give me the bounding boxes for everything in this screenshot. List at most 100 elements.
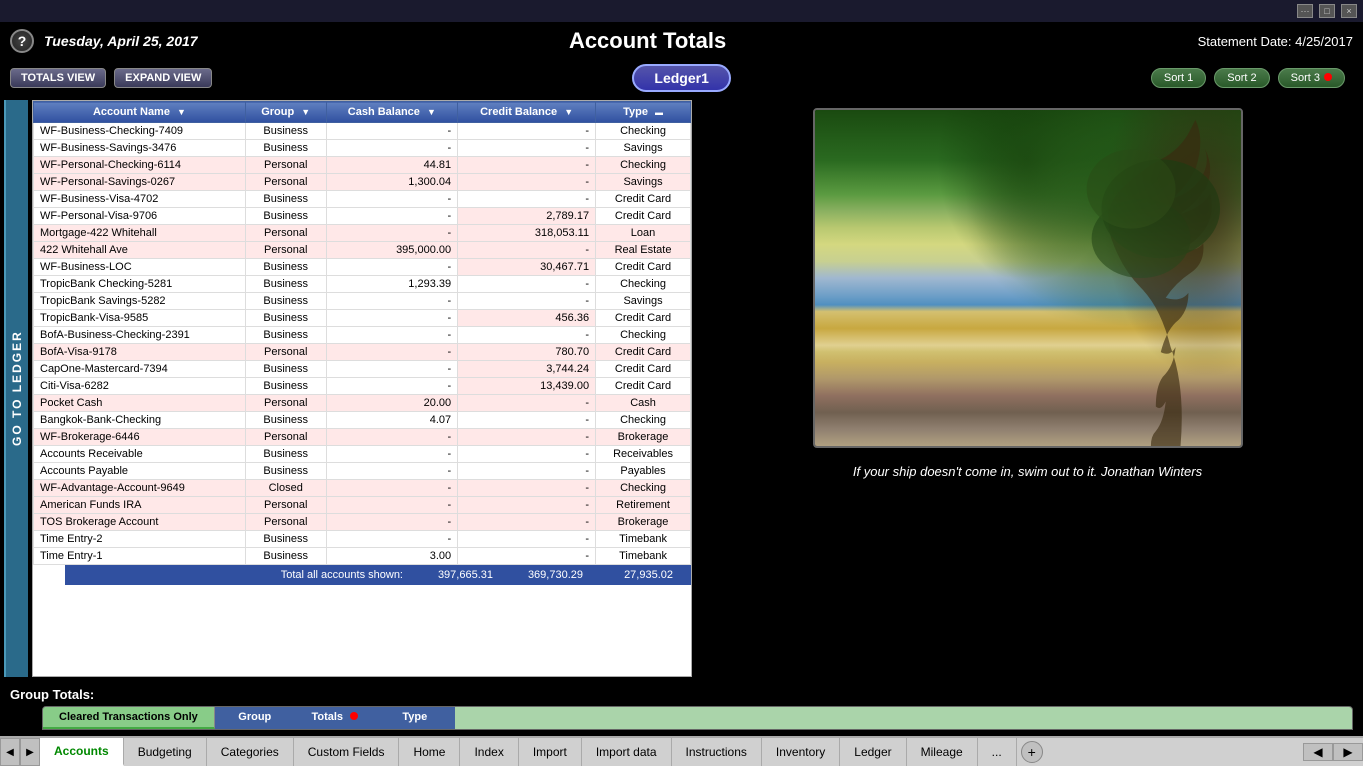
cell-cash: - [326, 463, 458, 480]
tab-scroll-area: ◀ ▶ [1303, 743, 1363, 761]
cell-group: Business [245, 548, 326, 565]
table-row[interactable]: WF-Personal-Savings-0267 Personal 1,300.… [34, 174, 691, 191]
table-row[interactable]: WF-Business-LOC Business - 30,467.71 Cre… [34, 259, 691, 276]
cell-group: Personal [245, 174, 326, 191]
header-area: ? Tuesday, April 25, 2017 Account Totals… [0, 22, 1363, 60]
menu-btn[interactable]: ··· [1297, 4, 1313, 18]
cell-credit: - [458, 123, 596, 140]
cell-type: Receivables [596, 446, 691, 463]
total-net: 27,935.02 [593, 569, 683, 581]
table-row[interactable]: BofA-Visa-9178 Personal - 780.70 Credit … [34, 344, 691, 361]
cell-type: Timebank [596, 531, 691, 548]
go-to-ledger-panel[interactable]: GO TO LEDGER [4, 100, 28, 677]
table-row[interactable]: Pocket Cash Personal 20.00 - Cash [34, 395, 691, 412]
restore-btn[interactable]: □ [1319, 4, 1335, 18]
cell-credit: - [458, 531, 596, 548]
table-row[interactable]: CapOne-Mastercard-7394 Business - 3,744.… [34, 361, 691, 378]
cell-type: Cash [596, 395, 691, 412]
cell-group: Personal [245, 157, 326, 174]
title-bar: ··· □ × [0, 0, 1363, 22]
table-row[interactable]: WF-Business-Savings-3476 Business - - Sa… [34, 140, 691, 157]
table-row[interactable]: American Funds IRA Personal - - Retireme… [34, 497, 691, 514]
cell-credit: - [458, 463, 596, 480]
col-cash-balance[interactable]: Cash Balance ▼ [326, 102, 458, 123]
table-row[interactable]: TropicBank Savings-5282 Business - - Sav… [34, 293, 691, 310]
table-row[interactable]: WF-Brokerage-6446 Personal - - Brokerage [34, 429, 691, 446]
expand-view-button[interactable]: EXPAND VIEW [114, 68, 212, 88]
sort3-button[interactable]: Sort 3 [1278, 68, 1345, 88]
table-row[interactable]: Time Entry-1 Business 3.00 - Timebank [34, 548, 691, 565]
cell-type: Credit Card [596, 344, 691, 361]
col-credit-balance[interactable]: Credit Balance ▼ [458, 102, 596, 123]
table-row[interactable]: WF-Personal-Visa-9706 Business - 2,789.1… [34, 208, 691, 225]
tab-next-btn[interactable]: ▶ [20, 738, 40, 766]
cell-credit: - [458, 548, 596, 565]
cell-name: WF-Brokerage-6446 [34, 429, 246, 446]
cell-type: Checking [596, 123, 691, 140]
gt-cleared[interactable]: Cleared Transactions Only [43, 707, 215, 729]
ledger-name[interactable]: Ledger1 [632, 64, 730, 92]
tab-item-...[interactable]: ... [978, 738, 1017, 766]
table-row[interactable]: BofA-Business-Checking-2391 Business - -… [34, 327, 691, 344]
tab-item-budgeting[interactable]: Budgeting [124, 738, 207, 766]
tab-item-categories[interactable]: Categories [207, 738, 294, 766]
gt-group[interactable]: Group [215, 707, 295, 729]
table-row[interactable]: Bangkok-Bank-Checking Business 4.07 - Ch… [34, 412, 691, 429]
tab-item-index[interactable]: Index [460, 738, 518, 766]
cell-credit: - [458, 497, 596, 514]
cell-type: Checking [596, 480, 691, 497]
table-row[interactable]: TropicBank-Visa-9585 Business - 456.36 C… [34, 310, 691, 327]
group-totals-label: Group Totals: [10, 687, 1353, 702]
gt-totals[interactable]: Totals [295, 707, 375, 729]
tab-prev-btn[interactable]: ◀ [0, 738, 20, 766]
table-row[interactable]: WF-Personal-Checking-6114 Personal 44.81… [34, 157, 691, 174]
tab-item-mileage[interactable]: Mileage [907, 738, 978, 766]
table-row[interactable]: 422 Whitehall Ave Personal 395,000.00 - … [34, 242, 691, 259]
tab-item-home[interactable]: Home [399, 738, 460, 766]
table-row[interactable]: Citi-Visa-6282 Business - 13,439.00 Cred… [34, 378, 691, 395]
cell-credit: - [458, 480, 596, 497]
tab-item-instructions[interactable]: Instructions [672, 738, 762, 766]
table-row[interactable]: Mortgage-422 Whitehall Personal - 318,05… [34, 225, 691, 242]
cell-name: CapOne-Mastercard-7394 [34, 361, 246, 378]
cell-type: Credit Card [596, 208, 691, 225]
close-btn[interactable]: × [1341, 4, 1357, 18]
table-row[interactable]: Accounts Receivable Business - - Receiva… [34, 446, 691, 463]
col-type[interactable]: Type ▬ [596, 102, 691, 123]
table-row[interactable]: Accounts Payable Business - - Payables [34, 463, 691, 480]
table-row[interactable]: TropicBank Checking-5281 Business 1,293.… [34, 276, 691, 293]
scroll-right-btn[interactable]: ▶ [1333, 743, 1363, 761]
cell-cash: - [326, 497, 458, 514]
sort1-button[interactable]: Sort 1 [1151, 68, 1206, 88]
cell-cash: - [326, 259, 458, 276]
table-row[interactable]: WF-Business-Visa-4702 Business - - Credi… [34, 191, 691, 208]
table-row[interactable]: TOS Brokerage Account Personal - - Broke… [34, 514, 691, 531]
tab-item-inventory[interactable]: Inventory [762, 738, 840, 766]
cell-group: Personal [245, 344, 326, 361]
cell-cash: - [326, 191, 458, 208]
cell-type: Payables [596, 463, 691, 480]
scroll-left-btn[interactable]: ◀ [1303, 743, 1333, 761]
gt-type[interactable]: Type [375, 707, 455, 729]
table-row[interactable]: Time Entry-2 Business - - Timebank [34, 531, 691, 548]
col-account-name[interactable]: Account Name ▼ [34, 102, 246, 123]
sort2-button[interactable]: Sort 2 [1214, 68, 1269, 88]
cell-name: Time Entry-1 [34, 548, 246, 565]
tab-item-ledger[interactable]: Ledger [840, 738, 906, 766]
add-tab-button[interactable]: + [1021, 741, 1043, 763]
cell-cash: - [326, 446, 458, 463]
cell-group: Business [245, 140, 326, 157]
cell-name: WF-Business-Savings-3476 [34, 140, 246, 157]
tab-item-import-data[interactable]: Import data [582, 738, 672, 766]
tab-item-accounts[interactable]: Accounts [40, 738, 124, 766]
col-group[interactable]: Group ▼ [245, 102, 326, 123]
cell-credit: - [458, 293, 596, 310]
help-button[interactable]: ? [10, 29, 34, 53]
table-row[interactable]: WF-Business-Checking-7409 Business - - C… [34, 123, 691, 140]
cell-type: Checking [596, 276, 691, 293]
totals-view-button[interactable]: TOTALS VIEW [10, 68, 106, 88]
cell-name: Mortgage-422 Whitehall [34, 225, 246, 242]
table-row[interactable]: WF-Advantage-Account-9649 Closed - - Che… [34, 480, 691, 497]
tab-item-custom-fields[interactable]: Custom Fields [294, 738, 400, 766]
tab-item-import[interactable]: Import [519, 738, 582, 766]
